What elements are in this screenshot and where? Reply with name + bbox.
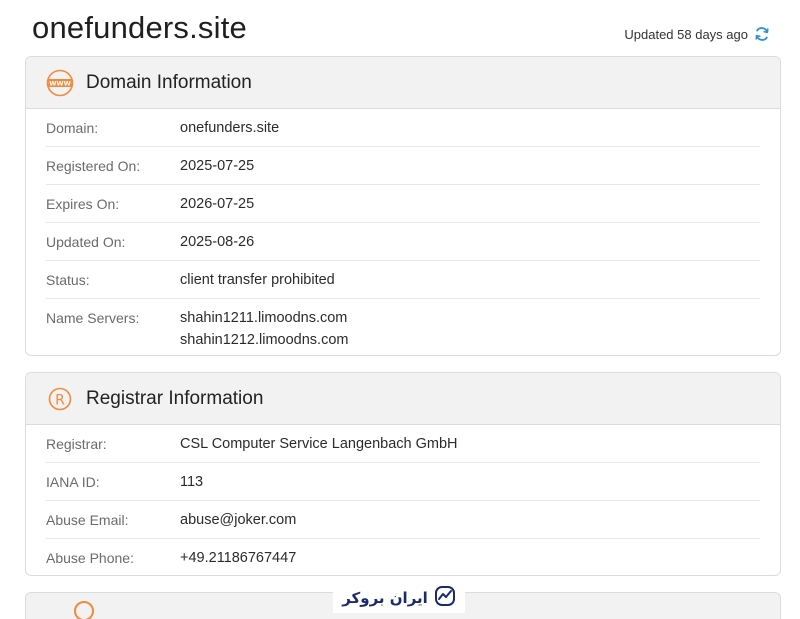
domain-information-rows: Domain: onefunders.site Registered On: 2… xyxy=(26,109,780,355)
row-value: abuse@joker.com xyxy=(180,512,297,528)
chart-logo-icon xyxy=(434,585,456,612)
refresh-icon[interactable] xyxy=(754,26,770,42)
row-label: Expires On: xyxy=(46,196,120,212)
watermark-text: ایران بروکر xyxy=(342,589,428,607)
domain-information-title: Domain Information xyxy=(86,71,252,93)
row-label: Abuse Email: xyxy=(46,512,129,528)
row-value: +49.21186767447 xyxy=(180,550,297,566)
row-label: Status: xyxy=(46,272,90,288)
row-label: Registrar: xyxy=(46,436,107,452)
row-iana-id: IANA ID: 113 xyxy=(46,463,760,501)
row-name-servers: Name Servers: shahin1211.limoodns.com sh… xyxy=(46,299,760,355)
row-label: Updated On: xyxy=(46,234,126,250)
watermark: ایران بروکر xyxy=(333,583,465,613)
row-status: Status: client transfer prohibited xyxy=(46,261,760,299)
www-icon: WWW xyxy=(46,69,74,97)
name-server-item: shahin1211.limoodns.com xyxy=(180,310,348,326)
updated-text: Updated 58 days ago xyxy=(624,26,748,42)
registrar-information-rows: Registrar: CSL Computer Service Langenba… xyxy=(26,425,780,575)
row-value: client transfer prohibited xyxy=(180,272,335,288)
section-icon xyxy=(74,601,94,619)
registrar-information-card: R Registrar Information Registrar: CSL C… xyxy=(25,372,781,576)
row-value: onefunders.site xyxy=(180,120,280,136)
row-expires-on: Expires On: 2026-07-25 xyxy=(46,185,760,223)
row-domain: Domain: onefunders.site xyxy=(46,109,760,147)
registrar-information-title: Registrar Information xyxy=(86,387,264,409)
row-value: CSL Computer Service Langenbach GmbH xyxy=(180,436,458,452)
row-abuse-phone: Abuse Phone: +49.21186767447 xyxy=(46,539,760,575)
name-server-item: shahin1212.limoodns.com xyxy=(180,332,349,348)
svg-text:R: R xyxy=(55,392,65,408)
updated-status: Updated 58 days ago xyxy=(624,26,770,42)
row-label: Domain: xyxy=(46,120,99,136)
name-server-list: shahin1211.limoodns.com shahin1212.limoo… xyxy=(180,307,348,351)
row-value: 2025-08-26 xyxy=(180,234,255,250)
row-abuse-email: Abuse Email: abuse@joker.com xyxy=(46,501,760,539)
row-value: 113 xyxy=(180,474,204,490)
row-label: IANA ID: xyxy=(46,474,100,490)
row-label: Abuse Phone: xyxy=(46,550,134,566)
row-value: 2026-07-25 xyxy=(180,196,255,212)
svg-text:WWW: WWW xyxy=(49,79,71,87)
row-updated-on: Updated On: 2025-08-26 xyxy=(46,223,760,261)
registrar-information-header: R Registrar Information xyxy=(26,373,780,425)
row-registrar: Registrar: CSL Computer Service Langenba… xyxy=(46,425,760,463)
domain-information-card: WWW Domain Information Domain: onefunder… xyxy=(25,56,781,356)
registered-icon: R xyxy=(46,385,74,413)
domain-title: onefunders.site xyxy=(32,10,247,45)
row-value: 2025-07-25 xyxy=(180,158,255,174)
row-registered-on: Registered On: 2025-07-25 xyxy=(46,147,760,185)
row-label: Registered On: xyxy=(46,158,141,174)
domain-information-header: WWW Domain Information xyxy=(26,57,780,109)
row-label: Name Servers: xyxy=(46,310,140,326)
